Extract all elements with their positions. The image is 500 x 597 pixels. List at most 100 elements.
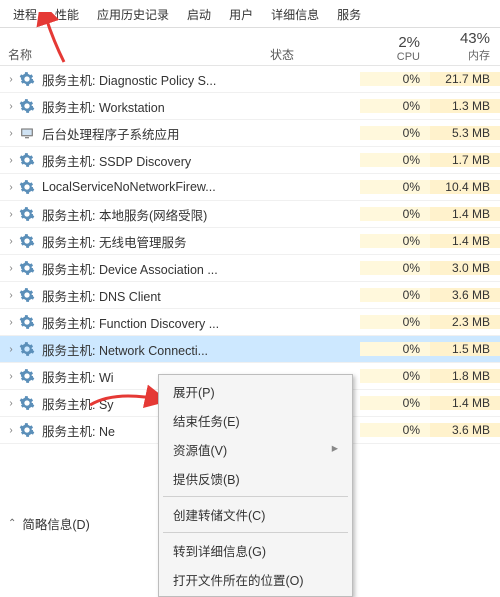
chevron-right-icon: ▸: [332, 440, 338, 455]
service-icon: [18, 124, 36, 142]
menu-separator: [163, 496, 348, 497]
expand-icon[interactable]: ›: [4, 209, 18, 220]
gear-icon: [18, 205, 36, 223]
process-memory: 10.4 MB: [430, 180, 500, 194]
tab-startup[interactable]: 启动: [178, 1, 220, 27]
process-memory: 21.7 MB: [430, 72, 500, 86]
expand-icon[interactable]: ›: [4, 155, 18, 166]
gear-icon: [18, 178, 36, 196]
process-memory: 5.3 MB: [430, 126, 500, 140]
expand-icon[interactable]: ›: [4, 344, 18, 355]
tab-performance[interactable]: 性能: [46, 1, 88, 27]
expand-icon[interactable]: ›: [4, 263, 18, 274]
process-name: 服务主机: DNS Client: [42, 286, 360, 305]
table-row[interactable]: › 服务主机: Diagnostic Policy S...0%21.7 MB: [0, 66, 500, 93]
expand-icon[interactable]: ›: [4, 317, 18, 328]
expand-icon[interactable]: ›: [4, 182, 18, 193]
gear-icon: [18, 421, 36, 439]
expand-icon[interactable]: ›: [4, 101, 18, 112]
column-memory[interactable]: 43% 内存: [430, 30, 500, 63]
process-name: 服务主机: 本地服务(网络受限): [42, 205, 360, 224]
process-memory: 2.3 MB: [430, 315, 500, 329]
process-name: LocalServiceNoNetworkFirew...: [42, 180, 360, 194]
fewer-details-label: 简略信息(D): [22, 514, 89, 533]
process-cpu: 0%: [360, 342, 430, 356]
process-name: 后台处理程序子系统应用: [42, 124, 360, 143]
expand-icon[interactable]: ›: [4, 290, 18, 301]
process-cpu: 0%: [360, 234, 430, 248]
process-memory: 3.0 MB: [430, 261, 500, 275]
table-row[interactable]: ›服务主机: 无线电管理服务0%1.4 MB: [0, 228, 500, 255]
tab-services[interactable]: 服务: [328, 1, 370, 27]
expand-icon[interactable]: ›: [4, 74, 18, 85]
tab-processes[interactable]: 进程: [4, 1, 46, 27]
tab-bar: 进程 性能 应用历史记录 启动 用户 详细信息 服务: [0, 0, 500, 28]
process-cpu: 0%: [360, 261, 430, 275]
menu-end-task[interactable]: 结束任务(E): [161, 406, 350, 435]
process-cpu: 0%: [360, 396, 430, 410]
menu-expand[interactable]: 展开(P): [161, 377, 350, 406]
tab-details[interactable]: 详细信息: [262, 1, 328, 27]
process-cpu: 0%: [360, 126, 430, 140]
tab-users[interactable]: 用户: [220, 1, 262, 27]
process-memory: 1.3 MB: [430, 99, 500, 113]
table-row[interactable]: › 服务主机: DNS Client0%3.6 MB: [0, 282, 500, 309]
process-memory: 3.6 MB: [430, 288, 500, 302]
column-headers: 名称 状态 2% CPU 43% 内存: [0, 28, 500, 66]
process-name: 服务主机: Device Association ...: [42, 259, 360, 278]
tab-app-history[interactable]: 应用历史记录: [88, 1, 178, 27]
process-cpu: 0%: [360, 99, 430, 113]
gear-icon: [18, 394, 36, 412]
table-row[interactable]: › 服务主机: Network Connecti...0%1.5 MB: [0, 336, 500, 363]
process-name: 服务主机: Network Connecti...: [42, 340, 360, 359]
column-name[interactable]: 名称: [8, 46, 270, 63]
menu-feedback[interactable]: 提供反馈(B): [161, 464, 350, 493]
menu-separator: [163, 532, 348, 533]
process-memory: 1.5 MB: [430, 342, 500, 356]
process-memory: 1.8 MB: [430, 369, 500, 383]
process-cpu: 0%: [360, 369, 430, 383]
menu-go-to-details[interactable]: 转到详细信息(G): [161, 536, 350, 565]
expand-icon[interactable]: ›: [4, 425, 18, 436]
gear-icon: [18, 340, 36, 358]
process-memory: 3.6 MB: [430, 423, 500, 437]
menu-open-file-location[interactable]: 打开文件所在的位置(O): [161, 565, 350, 594]
gear-icon: [18, 367, 36, 385]
column-status[interactable]: 状态: [270, 46, 360, 63]
table-row[interactable]: › 服务主机: Function Discovery ...0%2.3 MB: [0, 309, 500, 336]
expand-icon[interactable]: ›: [4, 371, 18, 382]
process-name: 服务主机: Function Discovery ...: [42, 313, 360, 332]
expand-icon[interactable]: ›: [4, 128, 18, 139]
gear-icon: [18, 97, 36, 115]
gear-icon: [18, 232, 36, 250]
table-row[interactable]: › 服务主机: SSDP Discovery0%1.7 MB: [0, 147, 500, 174]
table-row[interactable]: › 服务主机: Device Association ...0%3.0 MB: [0, 255, 500, 282]
table-row[interactable]: ›服务主机: Workstation0%1.3 MB: [0, 93, 500, 120]
process-cpu: 0%: [360, 288, 430, 302]
process-name: 服务主机: Diagnostic Policy S...: [42, 70, 360, 89]
process-cpu: 0%: [360, 180, 430, 194]
table-row[interactable]: › LocalServiceNoNetworkFirew...0%10.4 MB: [0, 174, 500, 201]
process-memory: 1.4 MB: [430, 396, 500, 410]
process-memory: 1.7 MB: [430, 153, 500, 167]
mem-label: 内存: [430, 47, 490, 63]
process-cpu: 0%: [360, 153, 430, 167]
process-name: 服务主机: 无线电管理服务: [42, 232, 360, 251]
process-cpu: 0%: [360, 315, 430, 329]
fewer-details-button[interactable]: ⌃ 简略信息(D): [8, 514, 90, 533]
process-memory: 1.4 MB: [430, 207, 500, 221]
process-cpu: 0%: [360, 423, 430, 437]
column-cpu[interactable]: 2% CPU: [360, 34, 430, 63]
expand-icon[interactable]: ›: [4, 398, 18, 409]
process-cpu: 0%: [360, 72, 430, 86]
process-cpu: 0%: [360, 207, 430, 221]
table-row[interactable]: › 服务主机: 本地服务(网络受限)0%1.4 MB: [0, 201, 500, 228]
menu-create-dump[interactable]: 创建转储文件(C): [161, 500, 350, 529]
menu-resource-values[interactable]: 资源值(V) ▸: [161, 435, 350, 464]
process-name: 服务主机: SSDP Discovery: [42, 151, 360, 170]
gear-icon: [18, 151, 36, 169]
mem-total: 43%: [430, 30, 490, 47]
table-row[interactable]: › 后台处理程序子系统应用0%5.3 MB: [0, 120, 500, 147]
expand-icon[interactable]: ›: [4, 236, 18, 247]
gear-icon: [18, 259, 36, 277]
